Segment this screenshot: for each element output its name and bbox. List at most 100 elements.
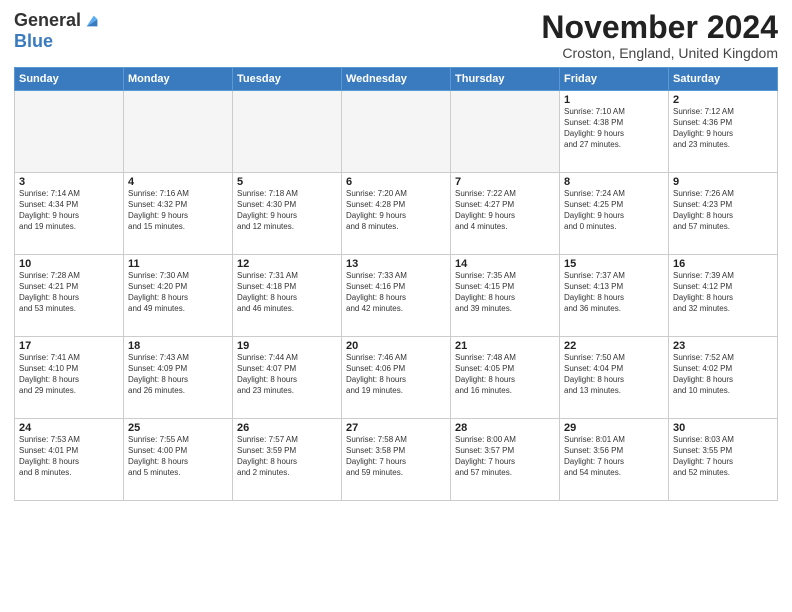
header-wednesday: Wednesday <box>342 68 451 91</box>
day-number-3-3: 20 <box>346 340 446 352</box>
day-number-3-0: 17 <box>19 340 119 352</box>
title-block: November 2024 Croston, England, United K… <box>541 10 778 61</box>
day-cell-2-6: 16Sunrise: 7:39 AM Sunset: 4:12 PM Dayli… <box>669 255 778 337</box>
day-cell-0-1 <box>124 91 233 173</box>
day-number-4-3: 27 <box>346 422 446 434</box>
day-number-1-5: 8 <box>564 176 664 188</box>
day-info-1-6: Sunrise: 7:26 AM Sunset: 4:23 PM Dayligh… <box>673 189 773 232</box>
day-cell-3-4: 21Sunrise: 7:48 AM Sunset: 4:05 PM Dayli… <box>451 337 560 419</box>
logo-general: General <box>14 10 81 31</box>
header-sunday: Sunday <box>15 68 124 91</box>
day-cell-1-5: 8Sunrise: 7:24 AM Sunset: 4:25 PM Daylig… <box>560 173 669 255</box>
day-number-2-4: 14 <box>455 258 555 270</box>
week-row-0: 1Sunrise: 7:10 AM Sunset: 4:38 PM Daylig… <box>15 91 778 173</box>
day-info-3-5: Sunrise: 7:50 AM Sunset: 4:04 PM Dayligh… <box>564 353 664 396</box>
day-info-3-4: Sunrise: 7:48 AM Sunset: 4:05 PM Dayligh… <box>455 353 555 396</box>
day-number-0-6: 2 <box>673 94 773 106</box>
header: General Blue November 2024 Croston, Engl… <box>14 10 778 61</box>
day-info-4-5: Sunrise: 8:01 AM Sunset: 3:56 PM Dayligh… <box>564 435 664 478</box>
day-cell-0-0 <box>15 91 124 173</box>
day-number-4-5: 29 <box>564 422 664 434</box>
day-cell-4-4: 28Sunrise: 8:00 AM Sunset: 3:57 PM Dayli… <box>451 419 560 501</box>
day-cell-0-4 <box>451 91 560 173</box>
day-info-4-0: Sunrise: 7:53 AM Sunset: 4:01 PM Dayligh… <box>19 435 119 478</box>
day-cell-4-0: 24Sunrise: 7:53 AM Sunset: 4:01 PM Dayli… <box>15 419 124 501</box>
day-info-2-6: Sunrise: 7:39 AM Sunset: 4:12 PM Dayligh… <box>673 271 773 314</box>
weekday-header-row: Sunday Monday Tuesday Wednesday Thursday… <box>15 68 778 91</box>
day-number-2-0: 10 <box>19 258 119 270</box>
day-cell-1-2: 5Sunrise: 7:18 AM Sunset: 4:30 PM Daylig… <box>233 173 342 255</box>
day-cell-1-4: 7Sunrise: 7:22 AM Sunset: 4:27 PM Daylig… <box>451 173 560 255</box>
day-info-2-3: Sunrise: 7:33 AM Sunset: 4:16 PM Dayligh… <box>346 271 446 314</box>
day-cell-1-3: 6Sunrise: 7:20 AM Sunset: 4:28 PM Daylig… <box>342 173 451 255</box>
day-info-1-3: Sunrise: 7:20 AM Sunset: 4:28 PM Dayligh… <box>346 189 446 232</box>
day-info-0-5: Sunrise: 7:10 AM Sunset: 4:38 PM Dayligh… <box>564 107 664 150</box>
day-cell-0-5: 1Sunrise: 7:10 AM Sunset: 4:38 PM Daylig… <box>560 91 669 173</box>
day-cell-4-2: 26Sunrise: 7:57 AM Sunset: 3:59 PM Dayli… <box>233 419 342 501</box>
day-cell-3-2: 19Sunrise: 7:44 AM Sunset: 4:07 PM Dayli… <box>233 337 342 419</box>
header-tuesday: Tuesday <box>233 68 342 91</box>
day-number-3-4: 21 <box>455 340 555 352</box>
logo-blue: Blue <box>14 31 53 52</box>
header-friday: Friday <box>560 68 669 91</box>
header-saturday: Saturday <box>669 68 778 91</box>
day-cell-4-3: 27Sunrise: 7:58 AM Sunset: 3:58 PM Dayli… <box>342 419 451 501</box>
day-info-3-0: Sunrise: 7:41 AM Sunset: 4:10 PM Dayligh… <box>19 353 119 396</box>
day-info-3-1: Sunrise: 7:43 AM Sunset: 4:09 PM Dayligh… <box>128 353 228 396</box>
day-cell-3-5: 22Sunrise: 7:50 AM Sunset: 4:04 PM Dayli… <box>560 337 669 419</box>
day-number-2-3: 13 <box>346 258 446 270</box>
calendar-table: Sunday Monday Tuesday Wednesday Thursday… <box>14 67 778 501</box>
day-info-4-4: Sunrise: 8:00 AM Sunset: 3:57 PM Dayligh… <box>455 435 555 478</box>
day-number-1-3: 6 <box>346 176 446 188</box>
day-cell-4-1: 25Sunrise: 7:55 AM Sunset: 4:00 PM Dayli… <box>124 419 233 501</box>
day-number-4-6: 30 <box>673 422 773 434</box>
day-info-2-0: Sunrise: 7:28 AM Sunset: 4:21 PM Dayligh… <box>19 271 119 314</box>
page-container: General Blue November 2024 Croston, Engl… <box>0 0 792 612</box>
day-cell-2-4: 14Sunrise: 7:35 AM Sunset: 4:15 PM Dayli… <box>451 255 560 337</box>
day-cell-4-5: 29Sunrise: 8:01 AM Sunset: 3:56 PM Dayli… <box>560 419 669 501</box>
day-info-0-6: Sunrise: 7:12 AM Sunset: 4:36 PM Dayligh… <box>673 107 773 150</box>
week-row-1: 3Sunrise: 7:14 AM Sunset: 4:34 PM Daylig… <box>15 173 778 255</box>
day-info-1-2: Sunrise: 7:18 AM Sunset: 4:30 PM Dayligh… <box>237 189 337 232</box>
day-info-4-6: Sunrise: 8:03 AM Sunset: 3:55 PM Dayligh… <box>673 435 773 478</box>
day-number-1-2: 5 <box>237 176 337 188</box>
day-number-3-1: 18 <box>128 340 228 352</box>
day-number-2-1: 11 <box>128 258 228 270</box>
week-row-3: 17Sunrise: 7:41 AM Sunset: 4:10 PM Dayli… <box>15 337 778 419</box>
day-info-1-4: Sunrise: 7:22 AM Sunset: 4:27 PM Dayligh… <box>455 189 555 232</box>
day-cell-2-1: 11Sunrise: 7:30 AM Sunset: 4:20 PM Dayli… <box>124 255 233 337</box>
day-cell-2-3: 13Sunrise: 7:33 AM Sunset: 4:16 PM Dayli… <box>342 255 451 337</box>
header-monday: Monday <box>124 68 233 91</box>
day-number-3-6: 23 <box>673 340 773 352</box>
logo-icon <box>83 12 101 30</box>
day-info-4-1: Sunrise: 7:55 AM Sunset: 4:00 PM Dayligh… <box>128 435 228 478</box>
day-number-4-4: 28 <box>455 422 555 434</box>
day-cell-0-2 <box>233 91 342 173</box>
day-info-3-3: Sunrise: 7:46 AM Sunset: 4:06 PM Dayligh… <box>346 353 446 396</box>
day-info-1-0: Sunrise: 7:14 AM Sunset: 4:34 PM Dayligh… <box>19 189 119 232</box>
day-number-4-2: 26 <box>237 422 337 434</box>
logo: General Blue <box>14 10 101 52</box>
day-info-3-6: Sunrise: 7:52 AM Sunset: 4:02 PM Dayligh… <box>673 353 773 396</box>
day-cell-1-0: 3Sunrise: 7:14 AM Sunset: 4:34 PM Daylig… <box>15 173 124 255</box>
day-info-1-1: Sunrise: 7:16 AM Sunset: 4:32 PM Dayligh… <box>128 189 228 232</box>
day-cell-3-3: 20Sunrise: 7:46 AM Sunset: 4:06 PM Dayli… <box>342 337 451 419</box>
day-number-2-6: 16 <box>673 258 773 270</box>
day-number-0-5: 1 <box>564 94 664 106</box>
day-number-3-2: 19 <box>237 340 337 352</box>
day-cell-1-6: 9Sunrise: 7:26 AM Sunset: 4:23 PM Daylig… <box>669 173 778 255</box>
day-cell-3-1: 18Sunrise: 7:43 AM Sunset: 4:09 PM Dayli… <box>124 337 233 419</box>
day-number-2-2: 12 <box>237 258 337 270</box>
logo-text: General <box>14 10 101 31</box>
week-row-2: 10Sunrise: 7:28 AM Sunset: 4:21 PM Dayli… <box>15 255 778 337</box>
day-cell-3-0: 17Sunrise: 7:41 AM Sunset: 4:10 PM Dayli… <box>15 337 124 419</box>
day-info-2-2: Sunrise: 7:31 AM Sunset: 4:18 PM Dayligh… <box>237 271 337 314</box>
day-cell-0-3 <box>342 91 451 173</box>
location-subtitle: Croston, England, United Kingdom <box>541 45 778 61</box>
day-info-3-2: Sunrise: 7:44 AM Sunset: 4:07 PM Dayligh… <box>237 353 337 396</box>
day-number-1-4: 7 <box>455 176 555 188</box>
day-info-1-5: Sunrise: 7:24 AM Sunset: 4:25 PM Dayligh… <box>564 189 664 232</box>
day-info-4-2: Sunrise: 7:57 AM Sunset: 3:59 PM Dayligh… <box>237 435 337 478</box>
day-cell-0-6: 2Sunrise: 7:12 AM Sunset: 4:36 PM Daylig… <box>669 91 778 173</box>
month-title: November 2024 <box>541 10 778 45</box>
